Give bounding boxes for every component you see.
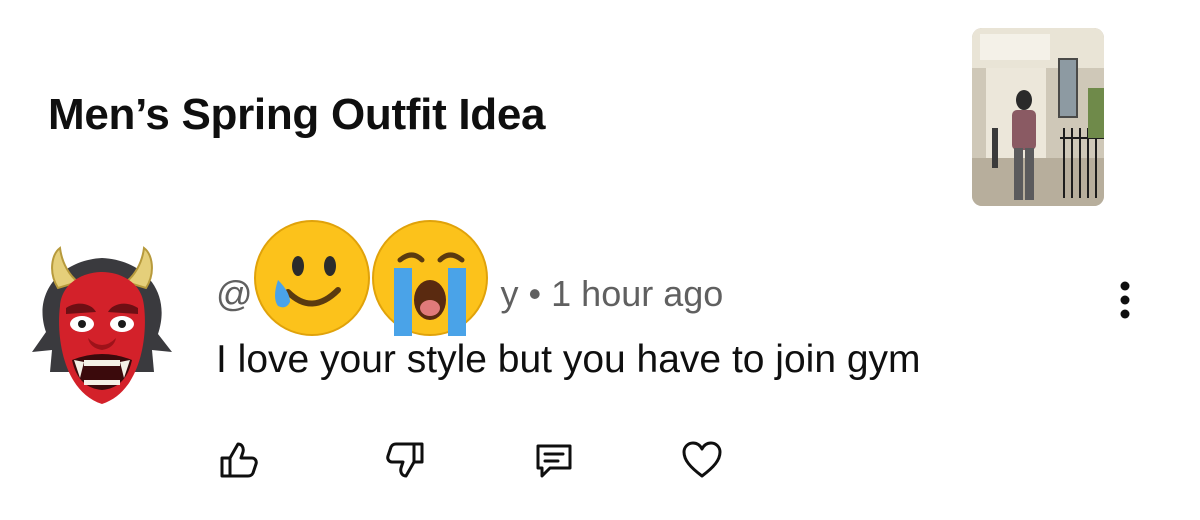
handle-prefix: @ <box>216 273 253 314</box>
comment-meta: @ y • 1 hour ago <box>216 220 723 336</box>
comment-text: I love your style but you have to join g… <box>216 338 921 381</box>
dislike-button[interactable] <box>378 432 434 488</box>
like-button[interactable] <box>210 432 266 488</box>
separator: • <box>528 273 542 314</box>
more-vertical-icon <box>1120 281 1130 319</box>
emoji-overlay <box>254 220 494 340</box>
comment-actions <box>210 432 770 492</box>
comment-author-handle[interactable]: @ y <box>216 220 519 336</box>
commenter-avatar[interactable] <box>22 242 182 412</box>
loudly-crying-face-emoji-icon <box>372 220 488 336</box>
reply-button[interactable] <box>526 432 582 488</box>
red-oni-mask-icon <box>32 246 172 404</box>
video-title: Men’s Spring Outfit Idea <box>48 90 546 139</box>
more-options-button[interactable] <box>1110 278 1140 322</box>
handle-suffix: y <box>500 273 519 314</box>
smiling-face-with-tear-emoji-icon <box>254 220 370 336</box>
thumbs-up-icon <box>220 442 258 478</box>
thumbs-down-icon <box>386 442 424 478</box>
heart-icon <box>682 441 722 478</box>
comment-timestamp[interactable]: 1 hour ago <box>551 273 723 314</box>
video-thumbnail[interactable] <box>972 28 1104 206</box>
heart-button[interactable] <box>674 432 730 488</box>
reply-comment-icon <box>536 444 572 478</box>
